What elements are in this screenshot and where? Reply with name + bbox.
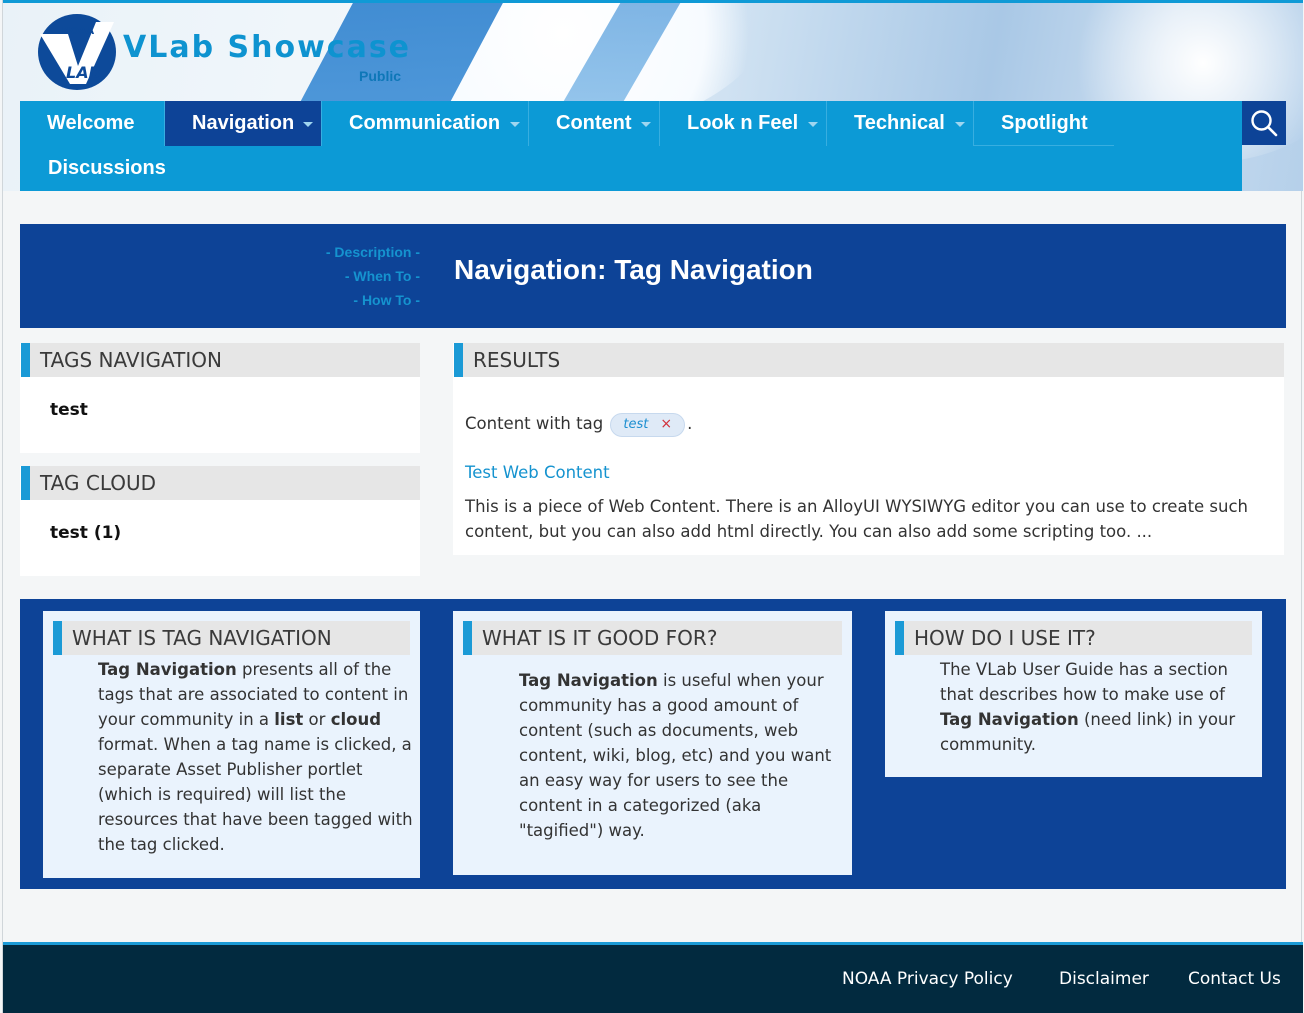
info-band: WHAT IS TAG NAVIGATION Tag Navigation pr… bbox=[20, 599, 1286, 889]
tag-cloud-portlet: TAG CLOUD test (1) bbox=[20, 466, 420, 576]
nav-item-communication[interactable]: Communication bbox=[322, 101, 529, 146]
site-title[interactable]: VLab Showcase bbox=[123, 30, 411, 65]
card-title: WHAT IS TAG NAVIGATION bbox=[53, 621, 410, 655]
chevron-down-icon bbox=[808, 122, 818, 127]
main-navigation: Welcome Navigation Communication Content… bbox=[20, 101, 1242, 191]
results-portlet: RESULTS Content with tag test × . Test W… bbox=[453, 343, 1284, 555]
site-subtitle: Public bbox=[359, 68, 402, 84]
noaa-vlab-logo[interactable]: NOAA LAB bbox=[38, 14, 116, 90]
body-text: format. When a tag name is clicked, a se… bbox=[98, 735, 413, 854]
bold-term: Tag Navigation bbox=[98, 660, 237, 679]
bold-term: Tag Navigation bbox=[940, 710, 1079, 729]
card-body: The VLab User Guide has a section that d… bbox=[940, 657, 1255, 757]
chevron-down-icon bbox=[510, 122, 520, 127]
body-text: The VLab User Guide has a section that d… bbox=[940, 660, 1228, 704]
tag-cloud-item[interactable]: test (1) bbox=[50, 523, 121, 543]
bold-term: cloud bbox=[330, 710, 382, 729]
how-do-i-use-it-card: HOW DO I USE IT? The VLab User Guide has… bbox=[885, 611, 1262, 777]
nav-item-welcome[interactable]: Welcome bbox=[20, 101, 165, 146]
footer-link-contact-us[interactable]: Contact Us bbox=[1188, 969, 1281, 989]
svg-text:LAB: LAB bbox=[66, 63, 101, 82]
when-to-link[interactable]: - When To - bbox=[220, 268, 420, 284]
nav-item-label: Technical bbox=[854, 112, 945, 134]
chevron-down-icon bbox=[303, 122, 313, 127]
page: NOAA LAB VLab Showcase Public Welcome Na… bbox=[2, 0, 1303, 1013]
content-with-tag-label: Content with tag bbox=[465, 414, 604, 433]
tags-navigation-portlet: TAGS NAVIGATION test bbox=[20, 343, 420, 453]
nav-item-label: Communication bbox=[349, 112, 501, 134]
nav-item-label: Welcome bbox=[47, 112, 135, 134]
chevron-down-icon bbox=[641, 122, 651, 127]
card-title: HOW DO I USE IT? bbox=[895, 621, 1252, 655]
page-title-band: - Description - - When To - - How To - N… bbox=[20, 224, 1286, 328]
nav-item-discussions[interactable]: Discussions bbox=[21, 146, 221, 191]
body-text: is useful when your community has a good… bbox=[519, 671, 832, 840]
result-title-link[interactable]: Test Web Content bbox=[465, 460, 610, 485]
site-footer: NOAA Privacy Policy Disclaimer Contact U… bbox=[3, 942, 1303, 1013]
what-is-tag-navigation-card: WHAT IS TAG NAVIGATION Tag Navigation pr… bbox=[43, 611, 420, 878]
content-with-tag-line: Content with tag test × . bbox=[465, 411, 692, 437]
svg-text:NOAA: NOAA bbox=[62, 26, 94, 37]
nav-item-look-n-feel[interactable]: Look n Feel bbox=[660, 101, 827, 146]
body-text: or bbox=[303, 710, 331, 729]
vlab-logo-icon: NOAA LAB bbox=[40, 22, 114, 84]
result-summary: This is a piece of Web Content. There is… bbox=[465, 497, 1249, 541]
what-is-it-good-for-card: WHAT IS IT GOOD FOR? Tag Navigation is u… bbox=[453, 611, 852, 875]
nav-item-label: Spotlight bbox=[1001, 111, 1088, 134]
tag-pill-label: test bbox=[623, 417, 649, 432]
portlet-title: RESULTS bbox=[454, 343, 1284, 377]
nav-item-label: Discussions bbox=[48, 157, 166, 179]
description-link[interactable]: - Description - bbox=[220, 244, 420, 260]
nav-item-label: Content bbox=[556, 112, 632, 134]
card-title: WHAT IS IT GOOD FOR? bbox=[463, 621, 842, 655]
nav-item-technical[interactable]: Technical bbox=[827, 101, 974, 146]
nav-item-spotlight[interactable]: Spotlight bbox=[974, 101, 1114, 146]
bold-term: list bbox=[274, 710, 304, 729]
portlet-title: TAG CLOUD bbox=[21, 466, 420, 500]
how-to-link[interactable]: - How To - bbox=[220, 292, 420, 308]
search-button[interactable] bbox=[1242, 101, 1286, 145]
close-icon[interactable]: × bbox=[660, 412, 672, 437]
nav-item-content[interactable]: Content bbox=[529, 101, 660, 146]
card-body: Tag Navigation is useful when your commu… bbox=[519, 668, 834, 843]
portlet-title: TAGS NAVIGATION bbox=[21, 343, 420, 377]
bold-term: Tag Navigation bbox=[519, 671, 658, 690]
selected-tag-pill: test × bbox=[610, 412, 686, 437]
footer-link-privacy-policy[interactable]: NOAA Privacy Policy bbox=[842, 969, 1013, 989]
nav-item-label: Navigation bbox=[192, 112, 295, 134]
nav-item-navigation[interactable]: Navigation bbox=[165, 101, 322, 146]
tag-list-item[interactable]: test bbox=[50, 400, 88, 420]
nav-item-label: Look n Feel bbox=[687, 112, 799, 134]
page-title: Navigation: Tag Navigation bbox=[454, 254, 813, 285]
card-body: Tag Navigation presents all of the tags … bbox=[98, 657, 413, 857]
chevron-down-icon bbox=[955, 122, 965, 127]
search-icon bbox=[1251, 110, 1278, 137]
period: . bbox=[687, 414, 693, 433]
footer-link-disclaimer[interactable]: Disclaimer bbox=[1059, 969, 1149, 989]
